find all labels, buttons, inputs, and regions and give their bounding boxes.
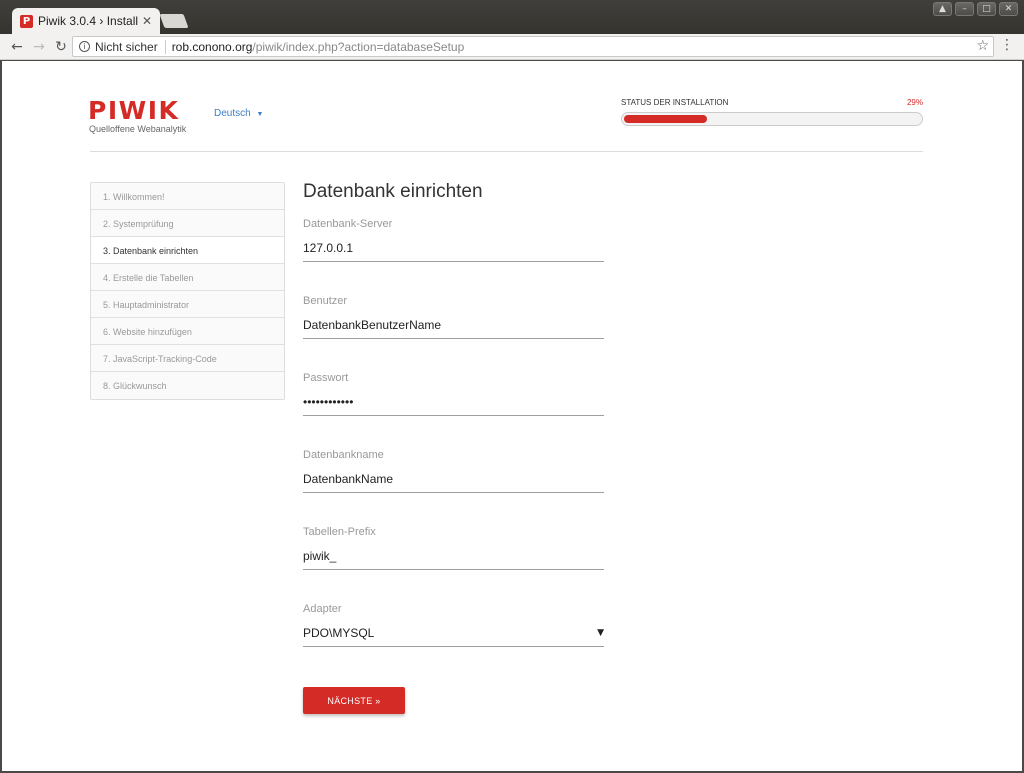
info-icon[interactable]: i bbox=[79, 41, 90, 52]
forward-arrow-icon[interactable]: → bbox=[30, 39, 48, 55]
install-progress-bar bbox=[621, 112, 923, 126]
window-controls: ▲ – □ ✕ bbox=[933, 2, 1018, 16]
install-step-item: 5. Hauptadministrator bbox=[91, 291, 284, 318]
adapter-select-value: PDO\MYSQL bbox=[303, 626, 375, 640]
install-step-item: 7. JavaScript-Tracking-Code bbox=[91, 345, 284, 372]
language-label: Deutsch bbox=[214, 108, 251, 119]
close-window-icon[interactable]: ✕ bbox=[999, 2, 1018, 16]
browser-tab[interactable]: P Piwik 3.0.4 › Installa ✕ bbox=[12, 8, 160, 34]
install-status-percent: 29% bbox=[906, 98, 923, 107]
field-label-prefix: Tabellen-Prefix bbox=[303, 526, 376, 538]
field-label-adapter: Adapter bbox=[303, 603, 342, 615]
browser-menu-icon[interactable]: ⋮ bbox=[1000, 37, 1014, 53]
back-arrow-icon[interactable]: ← bbox=[8, 39, 26, 55]
database-password-input[interactable]: •••••••••••• bbox=[303, 395, 604, 416]
browser-titlebar: P Piwik 3.0.4 › Installa ✕ ▲ – □ ✕ bbox=[0, 0, 1024, 34]
install-status-label: STATUS DER INSTALLATION bbox=[621, 98, 729, 107]
language-selector[interactable]: Deutsch ▼ bbox=[214, 108, 263, 119]
table-prefix-input[interactable]: piwik_ bbox=[303, 549, 604, 570]
install-step-item: 1. Willkommen! bbox=[91, 183, 284, 210]
page-viewport: PIWIK Quelloffene Webanalytik Deutsch ▼ … bbox=[2, 61, 1022, 771]
field-label-user: Benutzer bbox=[303, 295, 348, 307]
install-step-item: 6. Website hinzufügen bbox=[91, 318, 284, 345]
database-user-input[interactable]: DatenbankBenutzerName bbox=[303, 318, 604, 339]
install-progress-fill bbox=[624, 115, 707, 123]
maximize-icon[interactable]: □ bbox=[977, 2, 996, 16]
tagline: Quelloffene Webanalytik bbox=[89, 124, 187, 134]
field-label-server: Datenbank-Server bbox=[303, 218, 393, 230]
piwik-logo: PIWIK bbox=[88, 96, 180, 125]
field-label-dbname: Datenbankname bbox=[303, 449, 384, 461]
next-button[interactable]: NÄCHSTE » bbox=[303, 687, 405, 714]
piwik-favicon-icon: P bbox=[20, 14, 33, 28]
tab-title: Piwik 3.0.4 › Installa bbox=[38, 14, 138, 28]
install-steps-list: 1. Willkommen! 2. Systemprüfung 3. Datenba… bbox=[90, 182, 285, 400]
user-profile-icon[interactable]: ▲ bbox=[933, 2, 952, 16]
adapter-select[interactable]: PDO\MYSQL ▼ bbox=[303, 626, 604, 647]
bookmark-star-icon[interactable]: ☆ bbox=[976, 38, 989, 54]
security-label[interactable]: Nicht sicher bbox=[95, 39, 166, 54]
database-name-input[interactable]: DatenbankName bbox=[303, 472, 604, 493]
url-path[interactable]: /piwik/index.php?action=databaseSetup bbox=[252, 40, 464, 54]
caret-down-icon: ▼ bbox=[256, 111, 264, 118]
header-divider bbox=[90, 151, 923, 152]
install-step-item: 4. Erstelle die Tabellen bbox=[91, 264, 284, 291]
select-arrow-icon: ▼ bbox=[597, 628, 604, 638]
url-host[interactable]: rob.conono.org bbox=[172, 40, 253, 54]
install-step-item: 3. Datenbank einrichten bbox=[91, 237, 284, 264]
minimize-icon[interactable]: – bbox=[955, 2, 974, 16]
database-server-input[interactable]: 127.0.0.1 bbox=[303, 241, 604, 262]
browser-toolbar: ← → ↻ i Nicht sicher rob.conono.org/piwi… bbox=[0, 34, 1024, 60]
form-title: Datenbank einrichten bbox=[303, 181, 483, 202]
new-tab-button[interactable] bbox=[159, 14, 189, 28]
tab-close-icon[interactable]: ✕ bbox=[142, 14, 152, 28]
field-label-password: Passwort bbox=[303, 372, 349, 384]
install-step-item: 2. Systemprüfung bbox=[91, 210, 284, 237]
address-bar[interactable]: i Nicht sicher rob.conono.org/piwik/inde… bbox=[72, 36, 994, 57]
install-step-item: 8. Glückwunsch bbox=[91, 372, 284, 399]
reload-icon[interactable]: ↻ bbox=[52, 39, 70, 55]
